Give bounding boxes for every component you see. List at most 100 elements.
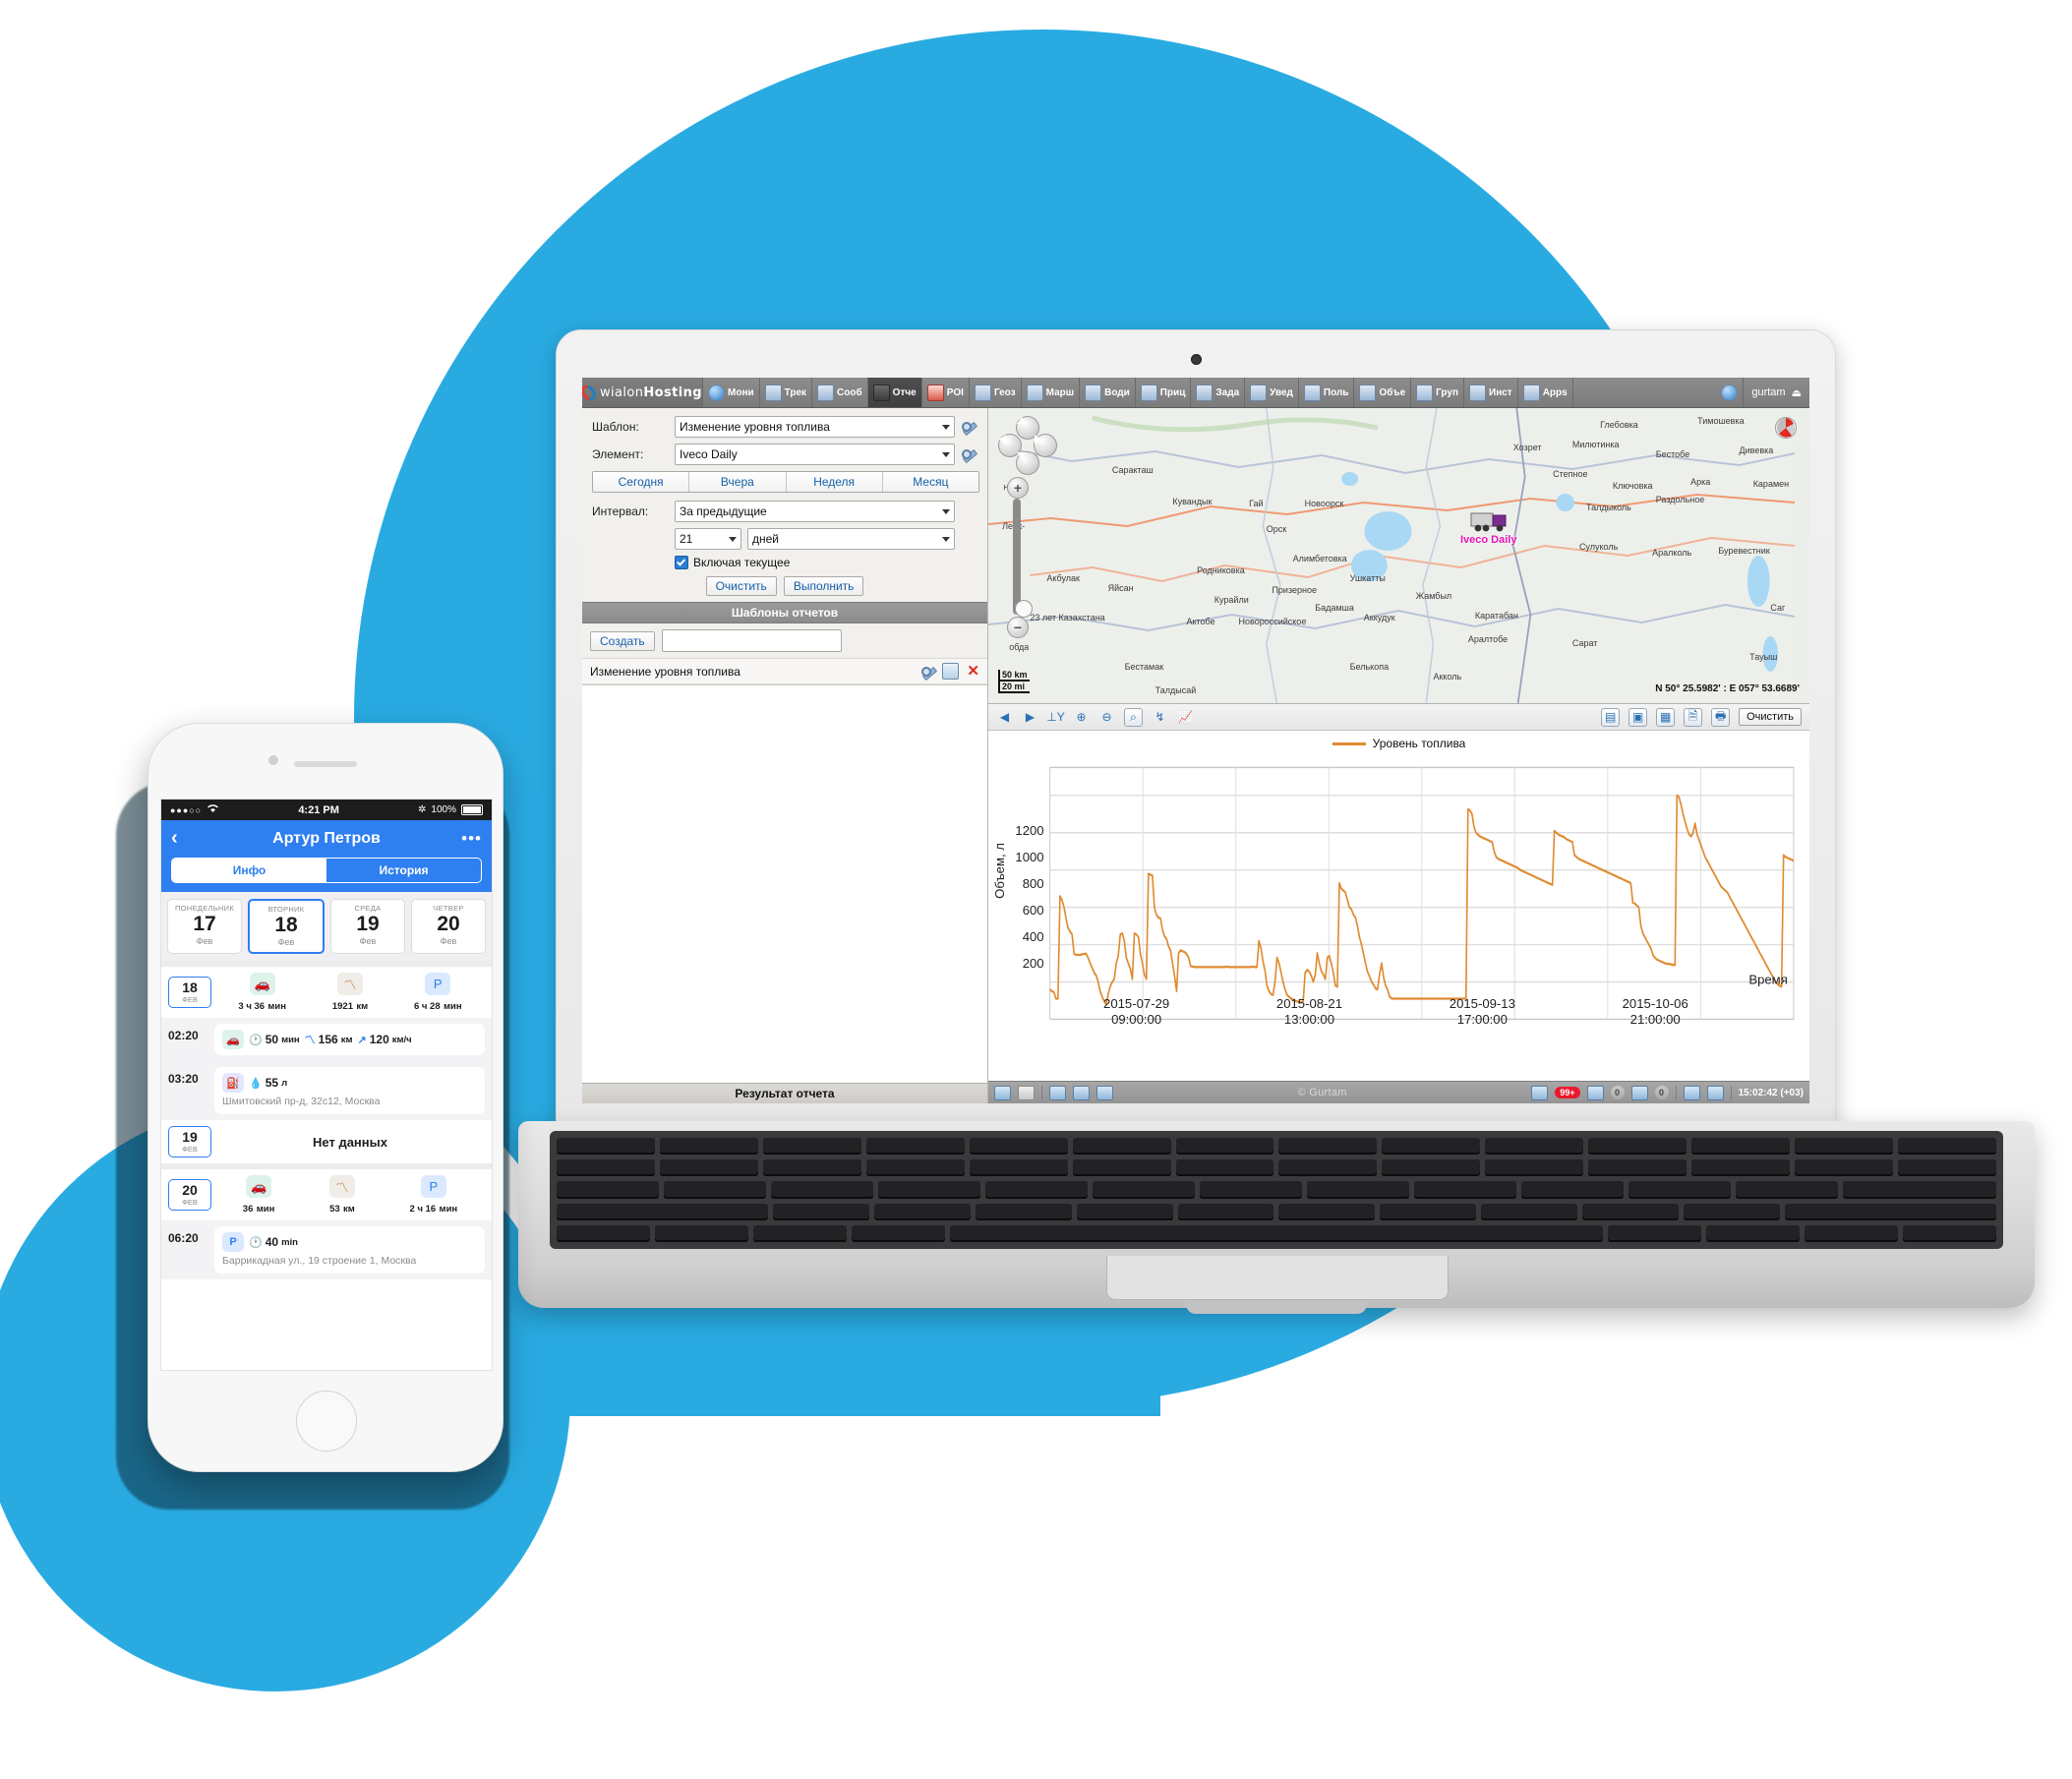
book-icon[interactable]: ▤ xyxy=(1601,707,1621,727)
wialon-logo[interactable]: wialonHosting xyxy=(582,378,703,407)
keyboard-key[interactable] xyxy=(762,1138,861,1156)
event-row-trip[interactable]: 02:20 🚗 🕐 50 мин 〽 156 км ↗ 120 км/ч xyxy=(161,1018,492,1061)
pdf-icon[interactable]: ▣ xyxy=(1628,707,1648,727)
day-cell-17[interactable]: ПОНЕДЕЛЬНИК 17 Фев xyxy=(167,899,242,954)
keyboard-key[interactable] xyxy=(654,1224,748,1242)
day-cell-20[interactable]: ЧЕТВЕР 20 Фев xyxy=(411,899,486,954)
keyboard-key[interactable] xyxy=(1175,1159,1274,1177)
keyboard-key[interactable] xyxy=(1588,1138,1687,1156)
keyboard-key[interactable] xyxy=(1795,1159,1893,1177)
map-pan-down-button[interactable] xyxy=(1016,451,1039,475)
nav-item-инст[interactable]: Инст xyxy=(1464,378,1518,407)
keyboard-key[interactable] xyxy=(1691,1159,1791,1177)
segment-history[interactable]: История xyxy=(326,859,481,882)
zoom-in-icon[interactable]: ⊕ xyxy=(1073,709,1090,726)
nav-item-объе[interactable]: Объе xyxy=(1354,378,1412,407)
zoom-area-icon[interactable]: ⌕ xyxy=(1124,707,1143,727)
keyboard-key[interactable] xyxy=(752,1224,847,1242)
event-row-fuel[interactable]: 03:20 ⛽ 💧 55 л Шмитовский пр-д, 32с12, Мос… xyxy=(161,1061,492,1120)
template-delete-icon[interactable]: ✕ xyxy=(967,664,979,679)
create-button[interactable]: Создать xyxy=(590,630,655,651)
nav-item-apps[interactable]: Apps xyxy=(1518,378,1573,407)
keyboard-key[interactable] xyxy=(878,1181,980,1199)
zoom-knob[interactable] xyxy=(1015,600,1033,618)
keyboard-key[interactable] xyxy=(1784,1203,1996,1220)
panel-icon[interactable] xyxy=(994,1085,1011,1100)
new-template-name-input[interactable] xyxy=(661,629,842,652)
prev-icon[interactable]: ◀ xyxy=(996,709,1013,726)
keyboard-key[interactable] xyxy=(985,1181,1088,1199)
nav-item-приц[interactable]: Приц xyxy=(1136,378,1192,407)
keyboard-key[interactable] xyxy=(1380,1203,1477,1220)
keyboard-key[interactable] xyxy=(969,1159,1068,1177)
keyboard-key[interactable] xyxy=(975,1203,1072,1220)
keyboard-key[interactable] xyxy=(1897,1159,1996,1177)
more-icon[interactable]: ••• xyxy=(460,829,482,849)
user-menu[interactable]: gurtam ⏏ xyxy=(1744,378,1809,407)
next-icon[interactable]: ▶ xyxy=(1022,709,1038,726)
keyboard-key[interactable] xyxy=(1307,1181,1409,1199)
quick-button-месяц[interactable]: Месяц xyxy=(882,472,978,492)
day-summary-19-nodata[interactable]: 19 ФЕВ Нет данных xyxy=(161,1120,492,1163)
keyboard-key[interactable] xyxy=(1072,1159,1171,1177)
keyboard-key[interactable] xyxy=(1200,1181,1302,1199)
keyboard-key[interactable] xyxy=(1485,1159,1584,1177)
keyboard-key[interactable] xyxy=(1382,1138,1481,1156)
keyboard-key[interactable] xyxy=(1736,1181,1838,1199)
events-icon[interactable] xyxy=(1586,1085,1604,1100)
map-zoom-slider[interactable]: + − xyxy=(1007,477,1033,638)
keyboard-key[interactable] xyxy=(1278,1138,1378,1156)
keyboard-key[interactable] xyxy=(949,1224,1604,1242)
keyboard-key[interactable] xyxy=(1903,1224,1997,1242)
home-button[interactable] xyxy=(296,1391,357,1452)
back-chevron-icon[interactable]: ‹ xyxy=(171,827,193,850)
include-current-row[interactable]: Включая текущее xyxy=(675,556,977,569)
keyboard-key[interactable] xyxy=(1897,1138,1996,1156)
keyboard-key[interactable] xyxy=(1805,1224,1899,1242)
chart-clear-button[interactable]: Очистить xyxy=(1739,708,1802,726)
keyboard-key[interactable] xyxy=(557,1224,650,1242)
add-unit-icon[interactable] xyxy=(1096,1085,1113,1100)
keyboard-key[interactable] xyxy=(1414,1181,1516,1199)
keyboard-key[interactable] xyxy=(557,1203,769,1220)
keyboard-key[interactable] xyxy=(1521,1181,1624,1199)
nav-item-геоз[interactable]: Геоз xyxy=(970,378,1022,407)
interval-unit-select[interactable]: дней xyxy=(747,528,955,550)
print-icon[interactable]: 🖶 xyxy=(1711,707,1731,727)
template-edit-wrench-icon[interactable] xyxy=(920,664,935,679)
name-icon[interactable] xyxy=(1073,1085,1090,1100)
keyboard-key[interactable] xyxy=(1481,1203,1578,1220)
refresh-icon[interactable]: ↯ xyxy=(1152,709,1168,726)
nav-item-трек[interactable]: Трек xyxy=(760,378,813,407)
layers-icon[interactable] xyxy=(1683,1085,1700,1100)
include-current-checkbox[interactable] xyxy=(675,556,688,569)
event-row-parking[interactable]: 06:20 P 🕐 40 min Баррикадная ул., 19 строе… xyxy=(161,1220,492,1279)
keyboard-key[interactable] xyxy=(1072,1138,1171,1156)
zoom-out-icon[interactable]: ⊖ xyxy=(1098,709,1115,726)
keyboard-key[interactable] xyxy=(969,1138,1068,1156)
map-pan-right-button[interactable] xyxy=(1034,434,1057,457)
nav-item-отче[interactable]: Отче xyxy=(867,378,922,407)
nav-item-поль[interactable]: Поль xyxy=(1299,378,1355,407)
file-icon[interactable]: 🗎 xyxy=(1684,707,1703,727)
template-row[interactable]: Изменение уровня топлива ✕ xyxy=(582,658,987,684)
nav-item-зада[interactable]: Зада xyxy=(1191,378,1246,407)
keyboard-key[interactable] xyxy=(664,1181,766,1199)
keyboard-key[interactable] xyxy=(1278,1203,1376,1220)
keyboard-key[interactable] xyxy=(1278,1159,1378,1177)
nav-item-груп[interactable]: Груп xyxy=(1411,378,1465,407)
map-pan-controls[interactable] xyxy=(998,416,1057,475)
nav-item-сооб[interactable]: Сооб xyxy=(812,378,868,407)
day-cell-18[interactable]: ВТОРНИК 18 Фев xyxy=(248,899,325,954)
keyboard-key[interactable] xyxy=(1582,1203,1679,1220)
apps-icon[interactable] xyxy=(1706,1085,1724,1100)
keyboard-key[interactable] xyxy=(557,1181,659,1199)
keyboard-key[interactable] xyxy=(1608,1224,1702,1242)
grid-icon[interactable] xyxy=(1018,1085,1035,1100)
nav-item-марш[interactable]: Марш xyxy=(1022,378,1081,407)
quick-button-вчера[interactable]: Вчера xyxy=(689,472,787,492)
graph-icon[interactable]: 📈 xyxy=(1177,709,1194,726)
keyboard-key[interactable] xyxy=(1175,1138,1274,1156)
keyboard-key[interactable] xyxy=(1093,1181,1195,1199)
keyboard-key[interactable] xyxy=(659,1159,758,1177)
